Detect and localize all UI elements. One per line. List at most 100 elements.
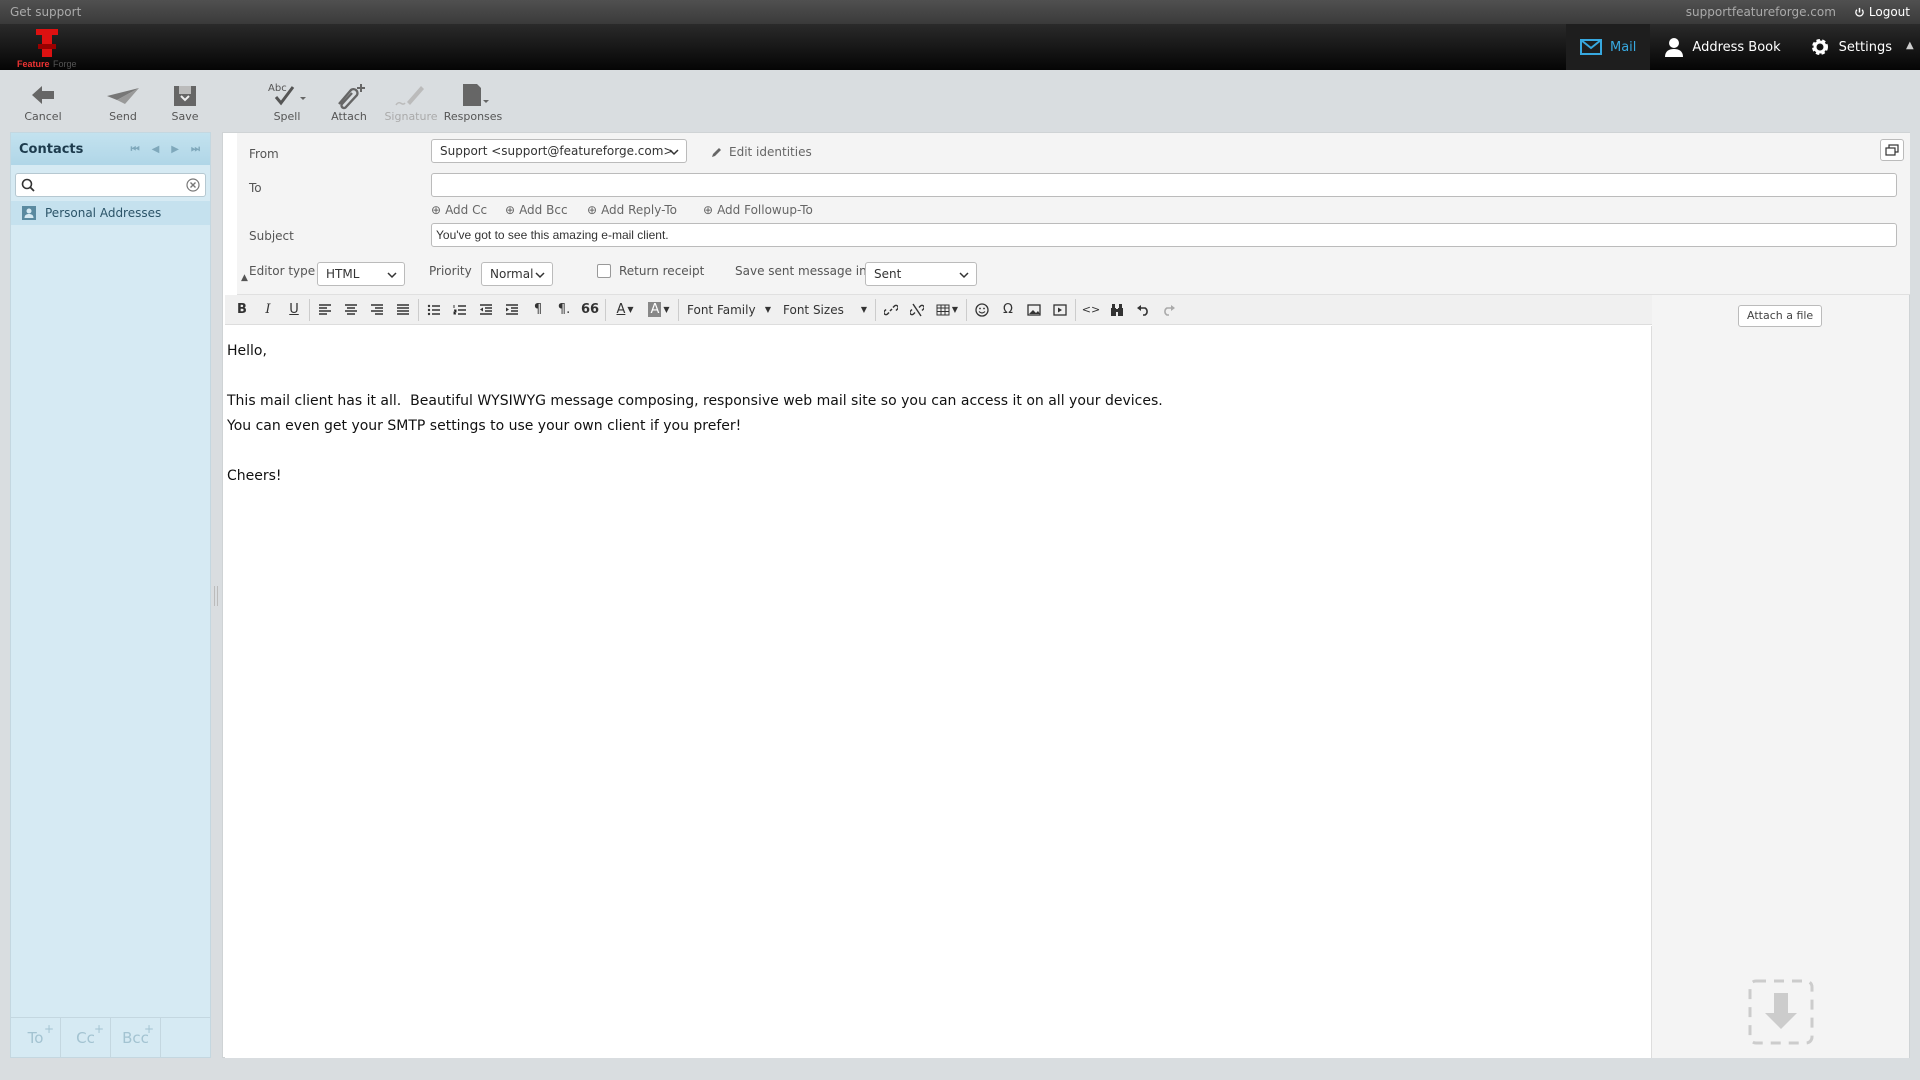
from-select[interactable]: Support <support@featureforge.com> [431, 139, 687, 163]
italic-button[interactable]: I [255, 298, 281, 322]
plus-circle-icon: ⊕ [431, 203, 442, 217]
background-color-button[interactable]: A ▼ [642, 298, 676, 322]
app-logo[interactable]: Feature Forge [14, 26, 88, 70]
last-page-icon[interactable]: ⏭ [191, 144, 200, 155]
first-page-icon[interactable]: ⏮ [131, 144, 140, 155]
chevron-down-icon [387, 272, 397, 279]
return-receipt-checkbox[interactable] [597, 264, 611, 278]
align-left-button[interactable] [312, 298, 338, 322]
power-icon [1855, 7, 1864, 17]
justify-button[interactable] [390, 298, 416, 322]
underline-button[interactable]: U [281, 298, 307, 322]
bullet-list-button[interactable] [421, 298, 447, 322]
unlink-button[interactable] [904, 298, 930, 322]
editor-type-select[interactable]: HTML [317, 262, 405, 286]
send-button[interactable]: Send [92, 80, 154, 128]
taskbar-toggle-icon[interactable]: ▲ [1906, 24, 1920, 70]
responses-label: Responses [443, 110, 503, 123]
add-bcc-button[interactable]: Bcc + [111, 1018, 161, 1057]
save-label: Save [171, 110, 199, 123]
priority-select[interactable]: Normal [481, 262, 553, 286]
task-mail[interactable]: Mail [1566, 24, 1651, 70]
recipient-buttons: To + Cc + Bcc + [11, 1017, 210, 1057]
get-support-link[interactable]: Get support [10, 5, 81, 19]
table-button[interactable]: ▼ [930, 298, 964, 322]
font-size-select[interactable]: Font Sizes ▼ [777, 298, 873, 322]
clear-search-icon[interactable] [186, 178, 200, 192]
numbered-list-button[interactable] [447, 298, 473, 322]
svg-text:Feature: Feature [17, 59, 50, 69]
add-bcc-link[interactable]: ⊕ Add Bcc [505, 203, 568, 217]
add-to-button[interactable]: To + [11, 1018, 61, 1057]
insert-media-button[interactable] [1047, 298, 1073, 322]
logout-button[interactable]: Logout [1854, 5, 1910, 19]
body-line: This mail client has it all. Beautiful W… [227, 393, 1163, 409]
attach-file-button[interactable]: Attach a file [1738, 305, 1823, 327]
redo-button[interactable] [1156, 298, 1182, 322]
add-reply-to-link[interactable]: ⊕ Add Reply-To [587, 203, 677, 217]
subject-label: Subject [249, 229, 294, 243]
priority-label: Priority [429, 264, 472, 278]
align-right-button[interactable] [364, 298, 390, 322]
spell-button[interactable]: Abc Spell [256, 80, 318, 128]
address-book-icon [22, 206, 36, 220]
add-followup-to-link[interactable]: ⊕ Add Followup-To [703, 203, 813, 217]
address-book-label: Personal Addresses [45, 206, 162, 220]
panel-splitter[interactable] [214, 586, 218, 606]
add-cc-button[interactable]: Cc + [61, 1018, 111, 1057]
chevron-down-icon [535, 272, 545, 279]
task-settings-label: Settings [1838, 39, 1892, 55]
blockquote-button[interactable]: 66 [577, 298, 603, 322]
ltr-button[interactable]: ¶ [525, 298, 551, 322]
svg-text:Abc: Abc [268, 83, 287, 94]
font-family-select[interactable]: Font Family ▼ [681, 298, 777, 322]
signature-button[interactable]: Signature [380, 80, 442, 128]
next-page-icon[interactable]: ▶ [171, 144, 179, 155]
editor-toolbar: B I U ¶ ¶. 66 A ▼ A ▼ Font Family ▼ Font Si… [225, 295, 1652, 325]
emoticon-button[interactable] [969, 298, 995, 322]
cancel-button[interactable]: Cancel [12, 80, 74, 128]
contacts-header: Contacts ⏮ ◀ ▶ ⏭ [11, 133, 210, 165]
gear-icon [1811, 39, 1828, 55]
source-code-button[interactable]: <> [1078, 298, 1104, 322]
save-icon [174, 86, 196, 106]
special-char-button[interactable]: Ω [995, 298, 1021, 322]
subject-input[interactable] [431, 223, 1897, 247]
rtl-button[interactable]: ¶. [551, 298, 577, 322]
editor-type-label: Editor type [249, 264, 316, 278]
collapse-options-icon[interactable]: ▲ [241, 273, 248, 283]
from-label: From [249, 147, 279, 161]
align-left-icon [319, 303, 331, 315]
save-button[interactable]: Save [154, 80, 216, 128]
search-replace-button[interactable] [1104, 298, 1130, 322]
contact-search-input[interactable] [16, 174, 205, 196]
message-body-editor[interactable]: Hello, This mail client has it all. Beau… [225, 326, 1652, 1058]
align-center-button[interactable] [338, 298, 364, 322]
bold-button[interactable]: B [229, 298, 255, 322]
save-sent-select[interactable]: Sent [865, 262, 977, 286]
prev-page-icon[interactable]: ◀ [152, 144, 160, 155]
edit-identities-link[interactable]: Edit identities [711, 145, 812, 159]
drop-zone-icon[interactable] [1748, 979, 1814, 1045]
maximize-button[interactable] [1880, 139, 1904, 161]
attach-button[interactable]: Attach [318, 80, 380, 128]
to-input[interactable] [431, 173, 1897, 197]
attach-label: Attach [331, 110, 367, 123]
text-color-button[interactable]: A ▼ [608, 298, 642, 322]
compose-toolbar: Cancel Send Save Abc Spell Attach Signat… [12, 80, 504, 128]
insert-link-button[interactable] [878, 298, 904, 322]
outdent-button[interactable] [473, 298, 499, 322]
person-icon [1665, 38, 1684, 57]
task-address-book[interactable]: Address Book [1650, 24, 1794, 70]
undo-icon [1137, 304, 1148, 316]
link-icon [884, 304, 898, 315]
insert-image-button[interactable] [1021, 298, 1047, 322]
indent-button[interactable] [499, 298, 525, 322]
responses-button[interactable]: Responses [442, 80, 504, 128]
outdent-icon [480, 303, 492, 315]
undo-button[interactable] [1130, 298, 1156, 322]
spell-label: Spell [273, 110, 301, 123]
add-cc-link[interactable]: ⊕ Add Cc [431, 203, 487, 217]
address-book-personal[interactable]: Personal Addresses [11, 201, 210, 225]
task-settings[interactable]: Settings [1795, 24, 1906, 70]
